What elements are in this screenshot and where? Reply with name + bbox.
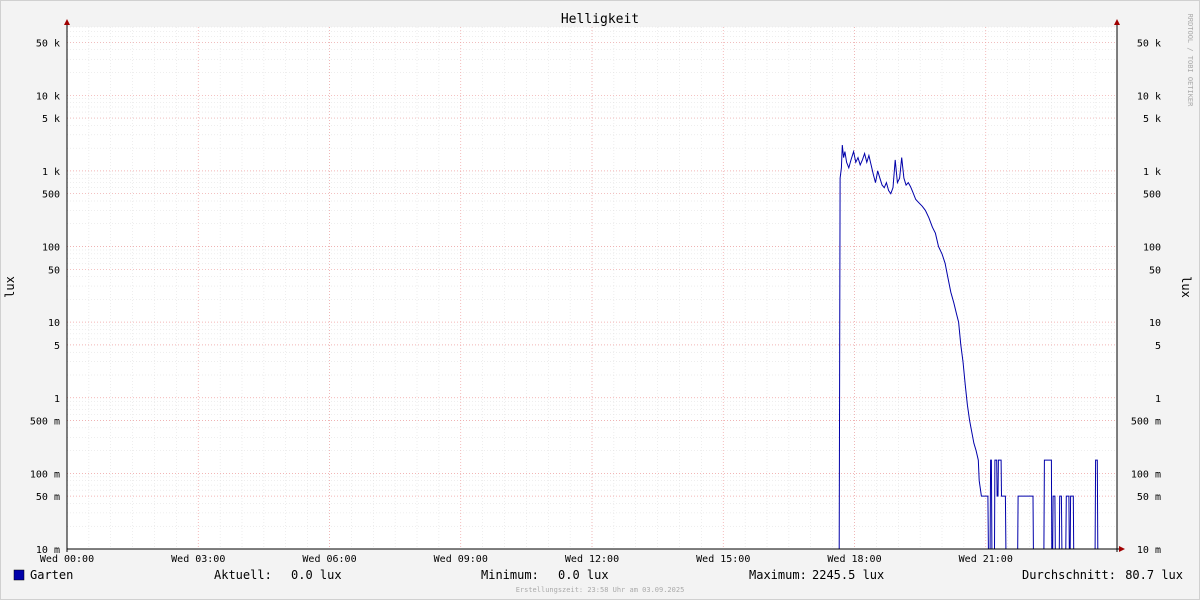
x-tick-label: Wed 21:00 (959, 554, 1013, 565)
y-tick-label-right: 1 (1155, 394, 1161, 405)
y-tick-label-left: 5 (54, 341, 60, 352)
y-tick-label-left: 10 (48, 318, 60, 329)
y-tick-label-left: 1 k (42, 167, 60, 178)
chart-title: Helligkeit (561, 12, 639, 27)
legend-min-value: 0.0 lux (558, 568, 609, 582)
x-tick-label: Wed 15:00 (696, 554, 750, 565)
y-tick-label-left: 500 (42, 190, 60, 201)
x-tick-label: Wed 06:00 (302, 554, 356, 565)
legend-series-name: Garten (30, 568, 73, 582)
footer-timestamp: Erstellungszeit: 23:58 Uhr am 03.09.2025 (516, 586, 685, 594)
x-tick-label: Wed 12:00 (565, 554, 619, 565)
x-tick-label: Wed 18:00 (827, 554, 881, 565)
y-tick-label-right: 5 (1155, 341, 1161, 352)
y-tick-label-left: 500 m (30, 417, 60, 428)
y-tick-label-right: 100 (1143, 243, 1161, 254)
y-tick-label-right: 10 k (1137, 91, 1161, 102)
y-tick-label-right: 1 k (1143, 167, 1161, 178)
legend-min-label: Minimum: (481, 568, 539, 582)
y-tick-label-right: 5 k (1143, 114, 1161, 125)
y-tick-label-left: 50 k (36, 38, 60, 49)
x-tick-label: Wed 03:00 (171, 554, 225, 565)
y-tick-label-left: 10 k (36, 91, 60, 102)
legend-max-value: 2245.5 lux (812, 568, 884, 582)
y-tick-label-right: 10 m (1137, 545, 1161, 556)
y-tick-label-right: 50 (1149, 265, 1161, 276)
y-tick-label-right: 100 m (1131, 469, 1161, 480)
legend-current-value: 0.0 lux (291, 568, 342, 582)
y-axis-label-left: lux (3, 276, 17, 298)
legend-avg-label: Durchschnitt: (1022, 568, 1116, 582)
y-tick-label-left: 50 (48, 265, 60, 276)
y-tick-label-right: 500 m (1131, 417, 1161, 428)
y-axis-label-right: lux (1179, 276, 1193, 298)
x-tick-label: Wed 09:00 (434, 554, 488, 565)
y-tick-label-left: 1 (54, 394, 60, 405)
y-tick-label-right: 50 m (1137, 492, 1161, 503)
legend-max-label: Maximum: (749, 568, 807, 582)
y-tick-label-left: 100 m (30, 469, 60, 480)
legend-current-label: Aktuell: (214, 568, 272, 582)
y-tick-label-left: 50 m (36, 492, 60, 503)
y-tick-label-right: 500 (1143, 190, 1161, 201)
legend-avg-value: 80.7 lux (1125, 568, 1183, 582)
y-tick-label-right: 50 k (1137, 38, 1161, 49)
y-tick-label-left: 100 (42, 243, 60, 254)
y-tick-label-left: 5 k (42, 114, 60, 125)
chart-canvas: Helligkeit lux lux RRDTOOL / TOBI OETIKE… (0, 0, 1200, 600)
legend-swatch-garten (13, 569, 25, 581)
y-tick-label-right: 10 (1149, 318, 1161, 329)
rrdtool-watermark: RRDTOOL / TOBI OETIKER (1186, 14, 1194, 108)
x-tick-label: Wed 00:00 (40, 554, 94, 565)
